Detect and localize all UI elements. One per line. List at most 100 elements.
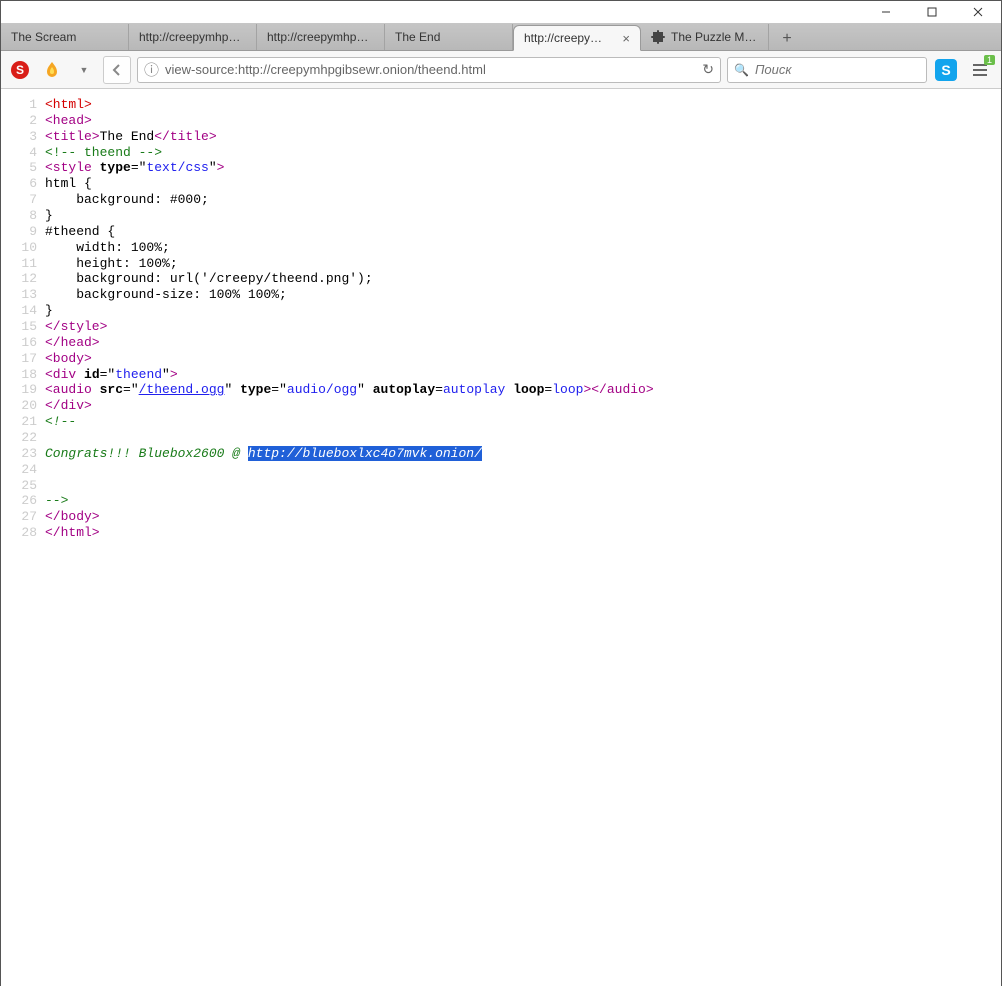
code-token: </html> xyxy=(45,525,100,540)
source-line: 5<style type="text/css"> xyxy=(45,160,1001,176)
source-line: 12 background: url('/creepy/theend.png')… xyxy=(45,271,1001,287)
tab-1[interactable]: http://creepymhp… xyxy=(129,24,257,50)
line-number: 18 xyxy=(7,367,37,383)
window-minimize-button[interactable] xyxy=(863,1,909,23)
source-line: 15</style> xyxy=(45,319,1001,335)
source-line: 7 background: #000; xyxy=(45,192,1001,208)
reload-button[interactable]: ↻ xyxy=(702,61,714,78)
extension-skype-icon[interactable]: S xyxy=(933,57,959,83)
source-line: 28</html> xyxy=(45,525,1001,541)
line-number: 15 xyxy=(7,319,37,335)
source-line: 19<audio src="/theend.ogg" type="audio/o… xyxy=(45,382,1001,398)
url-text[interactable]: view-source:http://creepymhpgibsewr.onio… xyxy=(165,62,696,77)
window-titlebar xyxy=(1,1,1001,23)
search-input[interactable] xyxy=(755,62,933,77)
line-number: 14 xyxy=(7,303,37,319)
extension-noscript-icon[interactable]: S xyxy=(7,57,33,83)
code-token: --> xyxy=(45,493,68,508)
code-token: > xyxy=(217,160,225,175)
code-token: = xyxy=(435,382,443,397)
search-icon: 🔍 xyxy=(734,63,749,77)
menu-notification-badge: 1 xyxy=(984,55,995,65)
code-token: </div> xyxy=(45,398,92,413)
source-line: 26--> xyxy=(45,493,1001,509)
line-number: 7 xyxy=(7,192,37,208)
tab-label: The Scream xyxy=(11,30,118,44)
tab-4[interactable]: http://creepy… × xyxy=(513,25,641,51)
source-line: 14} xyxy=(45,303,1001,319)
code-token: height: 100%; xyxy=(45,256,178,271)
line-number: 22 xyxy=(7,430,37,446)
back-button[interactable] xyxy=(103,56,131,84)
window-maximize-button[interactable] xyxy=(909,1,955,23)
source-line: 23Congrats!!! Bluebox2600 @ http://blueb… xyxy=(45,446,1001,462)
tab-close-button[interactable]: × xyxy=(622,31,630,46)
line-number: 11 xyxy=(7,256,37,272)
source-line: 22 xyxy=(45,430,1001,446)
tab-label: http://creepymhp… xyxy=(267,30,374,44)
identity-info-icon[interactable]: ⓘ xyxy=(144,59,159,80)
source-line: 2<head> xyxy=(45,113,1001,129)
source-line: 16</head> xyxy=(45,335,1001,351)
tab-5[interactable]: The Puzzle Ma… xyxy=(641,24,769,50)
source-line: 3<title>The End</title> xyxy=(45,129,1001,145)
extension-flame-icon[interactable] xyxy=(39,57,65,83)
code-token: width: 100%; xyxy=(45,240,170,255)
line-number: 10 xyxy=(7,240,37,256)
code-token: " xyxy=(224,382,240,397)
source-line: 20</div> xyxy=(45,398,1001,414)
code-token: <title> xyxy=(45,129,100,144)
code-token: } xyxy=(45,303,53,318)
source-line: 25 xyxy=(45,478,1001,494)
code-token: " xyxy=(162,367,170,382)
source-line: 27</body> xyxy=(45,509,1001,525)
code-token: </body> xyxy=(45,509,100,524)
line-number: 4 xyxy=(7,145,37,161)
line-number: 25 xyxy=(7,478,37,494)
source-line: 17<body> xyxy=(45,351,1001,367)
tab-0[interactable]: The Scream xyxy=(1,24,129,50)
code-token: background: #000; xyxy=(45,192,209,207)
window-close-button[interactable] xyxy=(955,1,1001,23)
code-token: </style> xyxy=(45,319,107,334)
search-bar[interactable]: 🔍 xyxy=(727,57,927,83)
tab-label: http://creepy… xyxy=(524,31,616,45)
source-line: 4<!-- theend --> xyxy=(45,145,1001,161)
line-number: 21 xyxy=(7,414,37,430)
code-token: id xyxy=(84,367,100,382)
extension-dropdown-icon[interactable]: ▼ xyxy=(71,57,97,83)
source-line: 10 width: 100%; xyxy=(45,240,1001,256)
code-token: </head> xyxy=(45,335,100,350)
code-token: src xyxy=(100,382,123,397)
navigation-toolbar: S ▼ ⓘ view-source:http://creepymhpgibsew… xyxy=(1,51,1001,89)
line-number: 8 xyxy=(7,208,37,224)
code-token: <div xyxy=(45,367,84,382)
tab-3[interactable]: The End xyxy=(385,24,513,50)
url-bar[interactable]: ⓘ view-source:http://creepymhpgibsewr.on… xyxy=(137,57,721,83)
code-token: /theend.ogg xyxy=(139,382,225,397)
code-token: <audio xyxy=(45,382,100,397)
code-token: <body> xyxy=(45,351,92,366)
line-number: 3 xyxy=(7,129,37,145)
line-number: 26 xyxy=(7,493,37,509)
app-menu-button[interactable]: 1 xyxy=(965,55,995,85)
code-token: autoplay xyxy=(373,382,435,397)
code-token: background: url('/creepy/theend.png'); xyxy=(45,271,373,286)
line-number: 23 xyxy=(7,446,37,462)
source-line: 8} xyxy=(45,208,1001,224)
code-token: theend xyxy=(115,367,162,382)
source-line: 13 background-size: 100% 100%; xyxy=(45,287,1001,303)
code-token: </audio> xyxy=(591,382,653,397)
line-number: 2 xyxy=(7,113,37,129)
code-token: =" xyxy=(131,160,147,175)
tab-2[interactable]: http://creepymhp… xyxy=(257,24,385,50)
new-tab-button[interactable]: + xyxy=(773,28,801,50)
code-token: <head> xyxy=(45,113,92,128)
line-number: 20 xyxy=(7,398,37,414)
source-line: 18<div id="theend"> xyxy=(45,367,1001,383)
line-number: 28 xyxy=(7,525,37,541)
code-token: type xyxy=(100,160,131,175)
view-source-content[interactable]: 1<html>2<head>3<title>The End</title>4<!… xyxy=(1,89,1001,987)
line-number: 13 xyxy=(7,287,37,303)
line-number: 19 xyxy=(7,382,37,398)
